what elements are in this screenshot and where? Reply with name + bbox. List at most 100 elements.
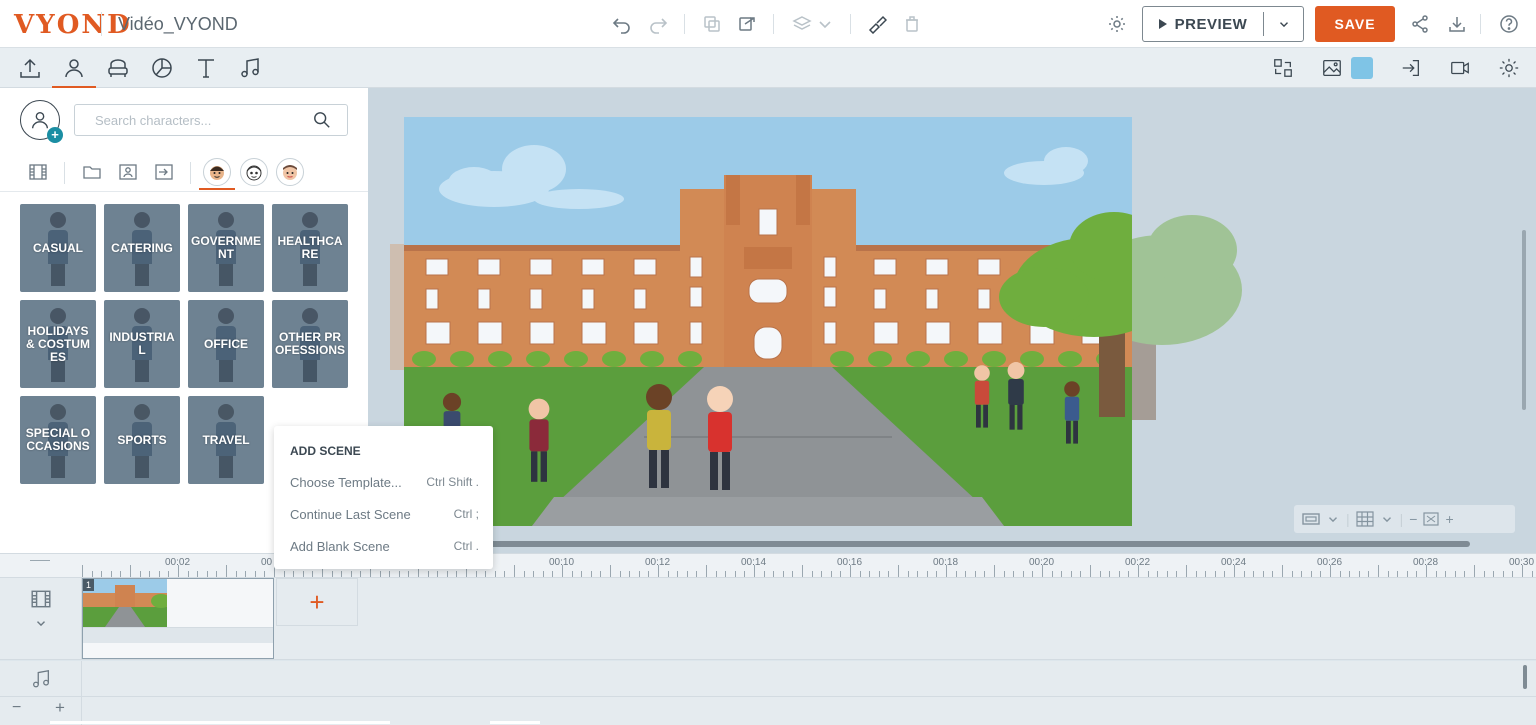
category-tile[interactable]: INDUSTRIAL <box>104 300 180 388</box>
ruler-label: 00:10 <box>549 557 575 568</box>
chevron-down-icon[interactable] <box>813 12 837 36</box>
ruler-tick <box>1013 571 1015 577</box>
ruler-tick <box>389 571 391 577</box>
timeline-horizontal-scrollbar[interactable] <box>50 721 390 724</box>
upload-icon[interactable] <box>16 54 44 82</box>
gear-icon[interactable] <box>1497 56 1521 80</box>
category-label: HEALTHCARE <box>277 234 343 261</box>
timeline-zoom-out[interactable]: − <box>12 699 21 717</box>
style-business-icon[interactable] <box>276 158 304 186</box>
trash-icon[interactable] <box>900 12 924 36</box>
menu-item-label: Add Blank Scene <box>290 538 390 554</box>
search-icon[interactable] <box>313 111 331 129</box>
ruler-tick <box>398 571 400 577</box>
chevron-down-icon[interactable] <box>1326 512 1340 526</box>
add-scene-button[interactable]: + <box>276 578 358 626</box>
import-icon[interactable] <box>152 160 176 184</box>
gear-icon[interactable] <box>1105 12 1129 36</box>
category-label: CASUAL <box>33 240 83 255</box>
ruler-label: 00:20 <box>1029 557 1055 568</box>
timeline-scroll-thumb[interactable] <box>490 721 540 724</box>
ruler-label: 00:14 <box>741 557 767 568</box>
brush-icon[interactable] <box>865 12 889 36</box>
category-tile[interactable]: HOLIDAYS & COSTUMES <box>20 300 96 388</box>
timeline-zoom-in[interactable]: + <box>55 698 65 718</box>
ruler-tick <box>1445 571 1447 577</box>
preview-button[interactable]: PREVIEW <box>1142 6 1304 42</box>
category-tile[interactable]: CATERING <box>104 204 180 292</box>
scene-canvas[interactable] <box>404 117 1132 526</box>
ruler-tick <box>830 571 832 577</box>
chevron-down-icon[interactable] <box>1380 512 1394 526</box>
character-folder-icon[interactable] <box>116 160 140 184</box>
download-icon[interactable] <box>1445 12 1469 36</box>
share-icon[interactable] <box>1408 12 1432 36</box>
undo-icon[interactable] <box>610 12 634 36</box>
ruler-tick <box>245 571 247 577</box>
preview-dropdown[interactable] <box>1263 12 1303 36</box>
layers-icon[interactable] <box>790 12 814 36</box>
redo-icon[interactable] <box>646 12 670 36</box>
zoom-out-button[interactable]: − <box>1409 511 1417 527</box>
ruler-tick <box>1157 571 1159 577</box>
category-tile[interactable]: SPECIAL OCCASIONS <box>20 396 96 484</box>
horizontal-scrollbar[interactable] <box>380 541 1470 547</box>
scene-thumbnail[interactable]: 1 <box>82 578 274 659</box>
music-icon <box>33 669 49 688</box>
category-tile[interactable]: TRAVEL <box>188 396 264 484</box>
ruler-tick <box>1022 571 1024 577</box>
add-character-button[interactable]: + <box>20 100 63 143</box>
ruler-label: 00:26 <box>1317 557 1343 568</box>
scene-thumbnail-image <box>83 579 167 627</box>
ruler-tick <box>1224 571 1226 577</box>
ruler-tick <box>571 571 573 577</box>
zoom-in-button[interactable]: + <box>1445 511 1453 527</box>
image-icon[interactable] <box>1320 56 1344 80</box>
offstage-tree <box>1132 215 1242 420</box>
ruler-tick <box>725 571 727 577</box>
category-tile[interactable]: OFFICE <box>188 300 264 388</box>
enter-icon[interactable] <box>1399 56 1423 80</box>
style-contemporary-icon[interactable] <box>203 158 231 186</box>
music-icon[interactable] <box>236 54 264 82</box>
folder-icon[interactable] <box>80 160 104 184</box>
menu-item-continue-last-scene[interactable]: Continue Last Scene Ctrl ; <box>274 499 493 529</box>
style-whiteboard-icon[interactable] <box>240 158 268 186</box>
grid-icon[interactable] <box>1356 511 1374 527</box>
fit-screen-icon[interactable] <box>1423 512 1440 526</box>
ruler-tick <box>120 571 122 577</box>
film-icon[interactable] <box>26 160 50 184</box>
prop-icon[interactable] <box>104 54 132 82</box>
background-color-swatch[interactable] <box>1351 57 1373 79</box>
chart-icon[interactable] <box>148 54 176 82</box>
ruler-label: 00:02 <box>165 557 191 568</box>
paste-icon[interactable] <box>735 12 759 36</box>
swap-icon[interactable] <box>1271 56 1295 80</box>
category-tile[interactable]: SPORTS <box>104 396 180 484</box>
project-title[interactable]: Vidéo_VYOND <box>101 12 238 36</box>
ruler-tick <box>331 571 333 577</box>
divider <box>190 162 191 184</box>
camera-icon[interactable] <box>1448 56 1472 80</box>
category-label: GOVERNMENT <box>191 234 262 261</box>
ruler-tick <box>706 565 707 577</box>
copy-icon[interactable] <box>700 12 724 36</box>
timeline-vertical-scrollbar[interactable] <box>1523 665 1527 689</box>
category-tile[interactable]: OTHER PROFESSIONS <box>272 300 348 388</box>
vertical-scrollbar[interactable] <box>1522 230 1526 410</box>
divider <box>773 14 774 34</box>
character-icon[interactable] <box>52 54 96 88</box>
text-icon[interactable] <box>192 54 220 82</box>
preview-main[interactable]: PREVIEW <box>1143 16 1263 33</box>
menu-item-add-blank-scene[interactable]: Add Blank Scene Ctrl . <box>274 531 493 561</box>
search-input[interactable] <box>75 105 295 135</box>
save-button[interactable]: SAVE <box>1315 6 1395 42</box>
frame-icon[interactable] <box>1302 512 1320 526</box>
timeline-ruler[interactable]: 00:02 00 00:10 00:12 00:14 00:16 00:18 00:20 00:… <box>0 553 1536 578</box>
menu-item-choose-template[interactable]: Choose Template... Ctrl Shift . <box>274 467 493 497</box>
category-tile[interactable]: GOVERNMENT <box>188 204 264 292</box>
category-tile[interactable]: HEALTHCARE <box>272 204 348 292</box>
help-icon[interactable] <box>1497 12 1521 36</box>
chevron-down-icon[interactable] <box>34 616 48 630</box>
category-tile[interactable]: CASUAL <box>20 204 96 292</box>
